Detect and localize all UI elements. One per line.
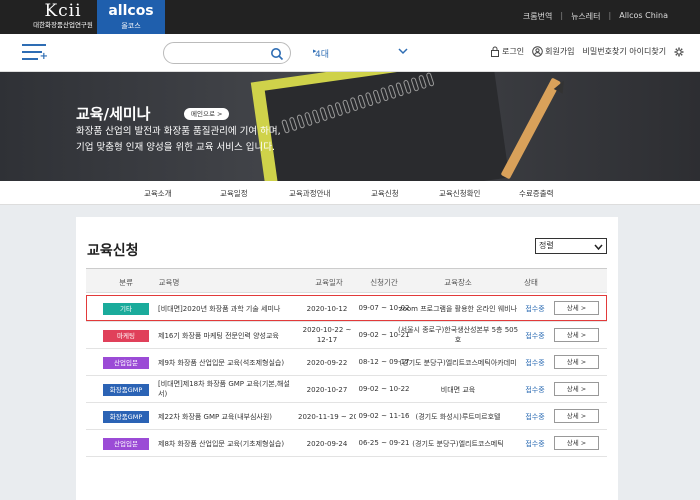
subnav-course-guide[interactable]: 교육과정안내	[289, 188, 330, 199]
table-row[interactable]: 화장품GMP [비대면]제18차 화장품 GMP 교육(기본,해설서) 2020…	[86, 376, 607, 403]
subnav-certificate-print[interactable]: 수료증출력	[519, 188, 554, 199]
signup-link[interactable]: 회원가입	[532, 46, 575, 57]
category-badge: 화장품GMP	[103, 384, 149, 396]
table-row[interactable]: 산업입문 제9차 화장품 산업입문 교육(석조제형실습) 2020-09-22 …	[86, 349, 607, 376]
site-header: + ▸ 4대 로그인 회원가입 비밀번호찾기 아이디찾기	[0, 34, 700, 72]
login-link[interactable]: 로그인	[490, 46, 524, 57]
category-select[interactable]: ▸ 4대	[301, 42, 413, 64]
detail-button[interactable]: 상세 >	[554, 382, 599, 396]
header-apply-period: 신청기간	[370, 278, 398, 287]
top-bar: Kcii 대한화장품산업연구원 allcos 올코스 크롬번역 | 뉴스레터 |…	[0, 0, 700, 34]
course-name[interactable]: [비대면]제18차 화장품 GMP 교육(기본,해설서)	[158, 379, 290, 399]
category-badge: 마케팅	[103, 330, 149, 342]
banner-text: 교육/세미나 화장품 산업의 발전과 화장품 품질관리에 기여 하며, 기업 맞…	[76, 105, 281, 155]
course-location: (경기도 화성시)루트미르호텔	[415, 413, 501, 421]
subnav-apply-check[interactable]: 교육신청확인	[439, 188, 480, 199]
course-date: 2020-10-27	[306, 386, 348, 394]
course-location: (경기도 분당구)엘리트코스메틱아카데미	[399, 359, 517, 367]
top-links: 크롬번역 | 뉴스레터 | Allcos China	[515, 11, 676, 22]
category-badge: 산업입문	[103, 357, 149, 369]
main-content: 교육신청 정렬 분류 교육명 교육일자 신청기간 교육장소 상태 기타 [비대면…	[76, 217, 618, 500]
sort-value: 정렬	[539, 241, 554, 250]
header-location: 교육장소	[444, 278, 472, 287]
course-location: (경기도 분당구)엘리트코스메틱	[412, 440, 504, 448]
course-date: 2020-09-22	[306, 359, 348, 367]
kcii-logo-text: Kcii	[44, 1, 82, 21]
status-badge: 접수중	[525, 359, 545, 367]
table-row[interactable]: 화장품GMP 제22차 화장품 GMP 교육(내부심사원) 2020-11-19…	[86, 403, 607, 430]
user-links: 로그인 회원가입 비밀번호찾기 아이디찾기	[490, 46, 694, 57]
header-category: 분류	[119, 278, 133, 287]
banner-title: 교육/세미나	[76, 105, 151, 123]
banner-description-line-2: 기업 맞춤형 인재 양성을 위한 교육 서비스 입니다.	[76, 142, 275, 153]
menu-icon[interactable]: +	[22, 44, 48, 64]
lock-icon	[491, 46, 499, 57]
detail-button[interactable]: 상세 >	[554, 409, 599, 423]
banner-description-line-1: 화장품 산업의 발전과 화장품 품질관리에 기여 하며,	[76, 126, 281, 137]
course-name[interactable]: 제16기 화장품 마케팅 전문인력 양성교육	[158, 331, 290, 341]
subnav-education-apply[interactable]: 교육신청	[371, 188, 399, 199]
course-date: 2020-10-22 ~ 12-17	[302, 326, 352, 344]
category-badge: 산업입문	[103, 438, 149, 450]
course-date: 2020-09-24	[306, 440, 348, 448]
allcos-logo-text: allcos	[108, 3, 154, 19]
find-account-link[interactable]: 비밀번호찾기 아이디찾기	[583, 46, 667, 57]
kcii-logo[interactable]: Kcii 대한화장품산업연구원	[28, 2, 98, 32]
table-header: 분류 교육명 교육일자 신청기간 교육장소 상태	[86, 268, 607, 293]
login-label: 로그인	[502, 47, 525, 56]
allcos-logo-subtitle: 올코스	[121, 22, 141, 30]
table-row[interactable]: 마케팅 제16기 화장품 마케팅 전문인력 양성교육 2020-10-22 ~ …	[86, 322, 607, 349]
hero-banner: 교육/세미나 화장품 산업의 발전과 화장품 품질관리에 기여 하며, 기업 맞…	[0, 72, 700, 181]
category-value: 4대	[315, 50, 330, 60]
sort-select[interactable]: 정렬	[535, 238, 607, 254]
course-name[interactable]: 제9차 화장품 산업입문 교육(석조제형실습)	[158, 358, 290, 368]
allcos-logo[interactable]: allcos 올코스	[97, 0, 165, 34]
course-location: 비대면 교육	[440, 386, 476, 394]
chevron-down-icon	[397, 45, 409, 60]
kcii-logo-subtitle: 대한화장품산업연구원	[33, 21, 93, 29]
category-badge: 화장품GMP	[103, 411, 149, 423]
subnav-education-schedule[interactable]: 교육일정	[220, 188, 248, 199]
link-chrome-translate[interactable]: 크롬번역	[515, 11, 560, 22]
search-icon[interactable]	[270, 46, 284, 65]
sub-navigation: 교육소개 교육일정 교육과정안내 교육신청 교육신청확인 수료증출력	[0, 181, 700, 205]
page-title: 교육신청	[87, 243, 139, 259]
signup-label: 회원가입	[545, 47, 575, 56]
main-button[interactable]: 메인으로 >	[184, 108, 230, 120]
course-location: (서울시 종로구)한국생산성본부 5층 505호	[397, 326, 519, 344]
status-badge: 접수중	[525, 386, 545, 394]
detail-button[interactable]: 상세 >	[554, 436, 599, 450]
settings-icon[interactable]	[674, 47, 686, 57]
header-course-name: 교육명	[158, 278, 180, 287]
find-account-label: 비밀번호찾기 아이디찾기	[582, 47, 667, 56]
chevron-down-icon	[594, 242, 603, 256]
subnav-education-intro[interactable]: 교육소개	[144, 188, 172, 199]
search-input[interactable]	[172, 45, 272, 65]
detail-button[interactable]: 상세 >	[554, 355, 599, 369]
user-icon	[532, 46, 543, 57]
link-allcos-china[interactable]: Allcos China	[611, 11, 676, 22]
link-newsletter[interactable]: 뉴스레터	[563, 11, 608, 22]
status-badge: 접수중	[525, 332, 545, 340]
course-date: 2020-11-19 ~ 20	[298, 413, 356, 421]
course-name[interactable]: 제8차 화장품 산업입문 교육(기초제형실습)	[158, 439, 290, 449]
course-name[interactable]: 제22차 화장품 GMP 교육(내부심사원)	[158, 412, 290, 422]
header-status: 상태	[524, 278, 538, 287]
header-course-date: 교육일자	[315, 278, 343, 287]
status-badge: 접수중	[525, 413, 545, 421]
table-row[interactable]: 산업입문 제8차 화장품 산업입문 교육(기초제형실습) 2020-09-24 …	[86, 430, 607, 457]
status-badge: 접수중	[525, 440, 545, 448]
search-box	[163, 42, 291, 65]
selection-highlight	[86, 295, 607, 321]
detail-button[interactable]: 상세 >	[554, 328, 599, 342]
